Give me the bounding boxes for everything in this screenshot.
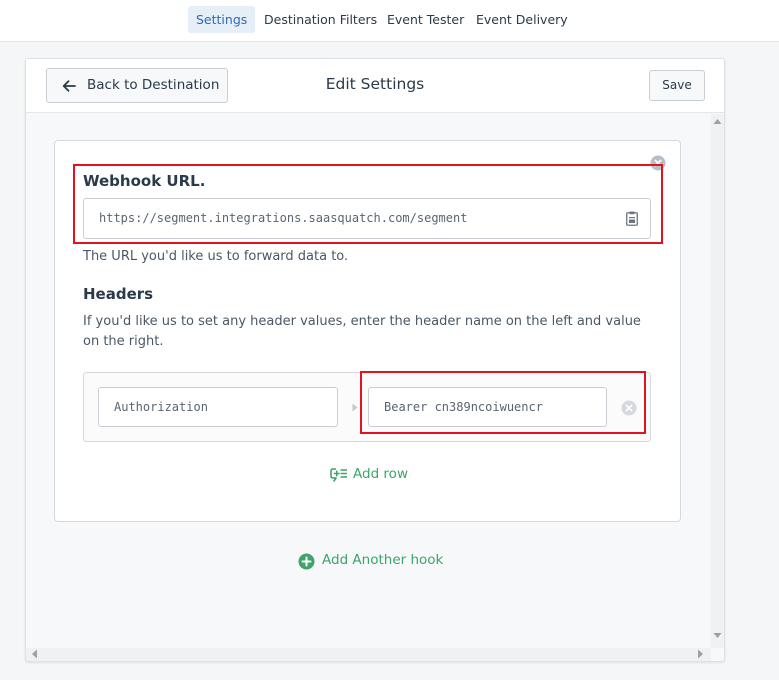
header-name-input[interactable]: Authorization <box>98 387 338 427</box>
header-value-value: Bearer cn389ncoiwuencr <box>384 400 543 414</box>
tab-event-tester[interactable]: Event Tester <box>379 6 472 33</box>
add-another-hook-label: Add Another hook <box>322 552 444 568</box>
tab-settings[interactable]: Settings <box>188 6 256 33</box>
headers-help: If you'd like us to set any header value… <box>83 314 641 349</box>
chevron-right-icon <box>352 403 358 412</box>
horizontal-scrollbar[interactable] <box>26 648 711 661</box>
scroll-down-icon[interactable] <box>713 632 722 639</box>
vertical-scrollbar[interactable] <box>711 114 724 648</box>
webhook-url-input[interactable]: https://segment.integrations.saasquatch.… <box>83 198 651 239</box>
headers-label: Headers <box>83 285 154 303</box>
header-value-input[interactable]: Bearer cn389ncoiwuencr <box>368 387 607 427</box>
webhook-url-label: Webhook URL. <box>83 172 206 190</box>
add-row-button[interactable]: Add row <box>330 466 420 486</box>
page-title: Edit Settings <box>325 75 425 93</box>
close-circle-icon[interactable] <box>650 155 666 171</box>
add-row-label: Add row <box>353 466 408 482</box>
webhook-url-value: https://segment.integrations.saasquatch.… <box>99 211 468 225</box>
scroll-up-icon[interactable] <box>713 118 722 125</box>
add-row-icon <box>330 468 347 482</box>
clipboard-icon[interactable] <box>626 211 638 226</box>
close-circle-icon[interactable] <box>621 400 637 416</box>
panel-header: Back to Destination Edit Settings Save <box>26 59 724 113</box>
save-button[interactable]: Save <box>649 70 705 101</box>
add-another-hook-button[interactable]: Add Another hook <box>298 552 448 572</box>
scroll-left-icon[interactable] <box>31 649 38 659</box>
plus-circle-icon <box>298 553 315 570</box>
tab-event-delivery[interactable]: Event Delivery <box>468 6 576 33</box>
top-nav: Settings Destination Filters Event Teste… <box>0 0 779 42</box>
scroll-right-icon[interactable] <box>697 649 704 659</box>
webhook-url-help: The URL you'd like us to forward data to… <box>83 249 349 264</box>
tab-destination-filters[interactable]: Destination Filters <box>256 6 385 33</box>
header-name-value: Authorization <box>114 400 208 414</box>
